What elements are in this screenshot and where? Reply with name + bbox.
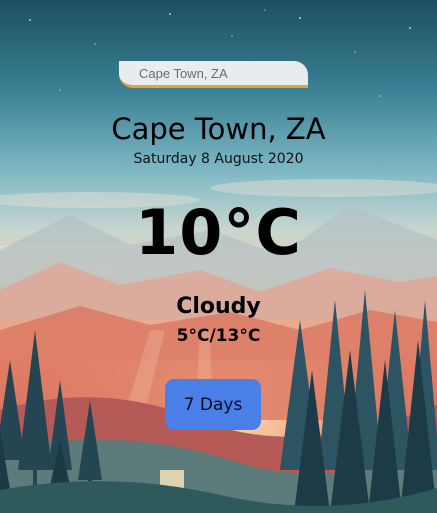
date-label: Saturday 8 August 2020 (133, 151, 304, 167)
temperature-range: 5°C/13°C (176, 326, 261, 346)
seven-days-button[interactable]: 7 Days (165, 379, 261, 430)
condition-label: Cloudy (176, 294, 261, 319)
search-input[interactable] (119, 61, 308, 88)
weather-panel: Cape Town, ZA Saturday 8 August 2020 10°… (0, 0, 437, 513)
city-title: Cape Town, ZA (111, 112, 326, 146)
temperature-value: 10°C (135, 196, 302, 269)
